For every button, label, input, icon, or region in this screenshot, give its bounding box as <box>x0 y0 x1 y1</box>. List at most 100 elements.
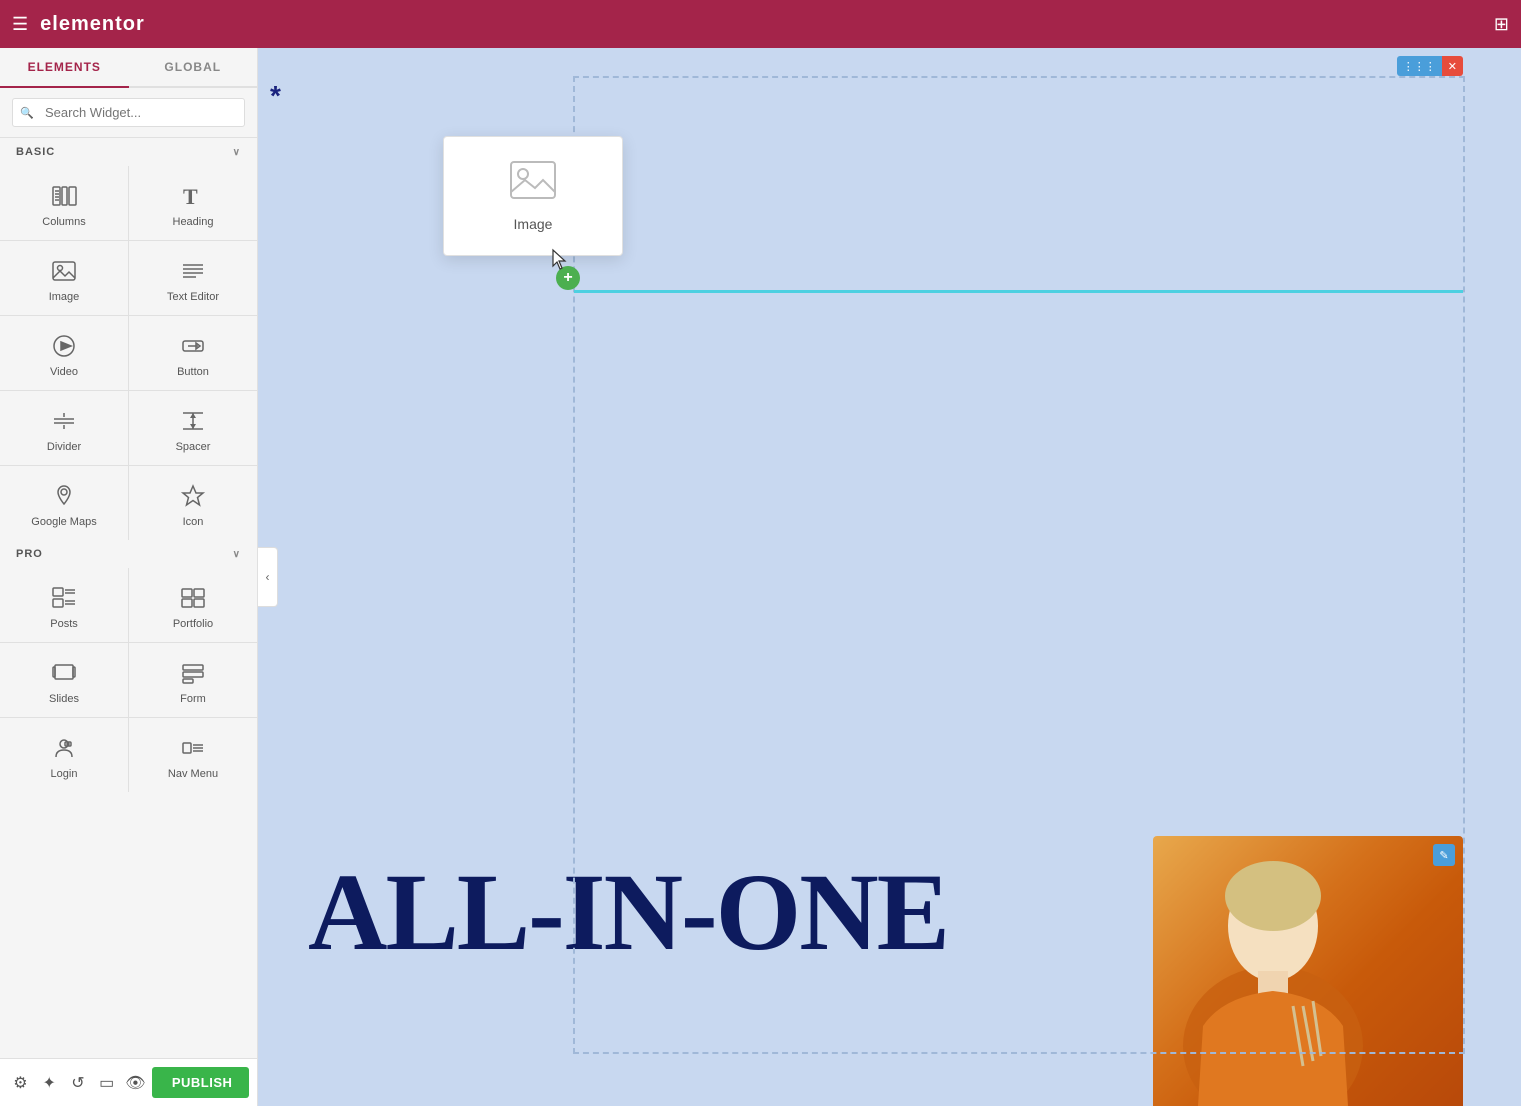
widget-label-icon: Icon <box>183 516 204 528</box>
drop-plus-indicator: + <box>556 266 580 290</box>
widget-label-portfolio: Portfolio <box>173 618 213 630</box>
asterisk-decoration: * <box>270 80 281 112</box>
widget-label-form: Form <box>180 693 206 705</box>
google-maps-icon <box>50 482 78 510</box>
widget-icon[interactable]: Icon <box>129 466 257 540</box>
divider-icon <box>50 407 78 435</box>
image-card-svg <box>509 160 557 200</box>
widget-portfolio[interactable]: Portfolio <box>129 568 257 642</box>
widget-form[interactable]: Form <box>129 643 257 717</box>
section-label-basic: BASIC <box>16 146 55 158</box>
preview-button[interactable]: 👁 <box>123 1066 148 1100</box>
widget-label-posts: Posts <box>50 618 78 630</box>
columns-icon <box>50 182 78 210</box>
widget-video[interactable]: Video <box>0 316 128 390</box>
widget-text-editor[interactable]: Text Editor <box>129 241 257 315</box>
nav-menu-svg <box>180 735 206 761</box>
widget-label-text-editor: Text Editor <box>167 291 219 303</box>
posts-icon <box>50 584 78 612</box>
columns-svg <box>51 183 77 209</box>
section-close-button[interactable]: ✕ <box>1442 56 1463 76</box>
widget-label-login: Login <box>51 768 78 780</box>
widget-nav-menu[interactable]: Nav Menu <box>129 718 257 792</box>
image-icon <box>50 257 78 285</box>
widget-google-maps[interactable]: Google Maps <box>0 466 128 540</box>
slides-svg <box>51 660 77 686</box>
style-button[interactable]: ✦ <box>37 1066 62 1100</box>
search-input[interactable] <box>12 98 245 127</box>
image-svg <box>51 258 77 284</box>
responsive-button[interactable]: ▭ <box>94 1066 119 1100</box>
form-icon <box>179 659 207 687</box>
google-maps-svg <box>51 483 77 509</box>
video-svg <box>51 333 77 359</box>
hamburger-icon[interactable]: ☰ <box>12 14 28 35</box>
widget-label-slides: Slides <box>49 693 79 705</box>
nav-menu-icon <box>179 734 207 762</box>
button-icon <box>179 332 207 360</box>
widget-posts[interactable]: Posts <box>0 568 128 642</box>
settings-button[interactable]: ⚙ <box>8 1066 33 1100</box>
widget-slides[interactable]: Slides <box>0 643 128 717</box>
section-label-pro: PRO <box>16 548 43 560</box>
sidebar: ELEMENTS GLOBAL BASIC ∨ <box>0 48 258 1106</box>
selected-section <box>573 76 1465 1054</box>
section-move-button[interactable]: ⋮⋮⋮ <box>1397 56 1442 76</box>
widget-label-button: Button <box>177 366 209 378</box>
section-controls: ⋮⋮⋮ ✕ <box>1397 56 1463 76</box>
svg-text:T: T <box>183 184 198 209</box>
spacer-icon <box>179 407 207 435</box>
grid-icon[interactable]: ⊞ <box>1494 14 1509 35</box>
chevron-down-pro-icon: ∨ <box>233 549 241 560</box>
widget-image[interactable]: Image <box>0 241 128 315</box>
history-button[interactable]: ↺ <box>66 1066 91 1100</box>
image-drag-card: Image <box>443 136 623 256</box>
widget-label-heading: Heading <box>173 216 214 228</box>
posts-svg <box>51 585 77 611</box>
widget-label-spacer: Spacer <box>176 441 211 453</box>
icon-widget-icon <box>179 482 207 510</box>
login-icon <box>50 734 78 762</box>
widget-columns[interactable]: Columns <box>0 166 128 240</box>
tab-global[interactable]: GLOBAL <box>129 48 258 86</box>
widget-spacer[interactable]: Spacer <box>129 391 257 465</box>
top-bar: ☰ elementor ⊞ <box>0 0 1521 48</box>
chevron-down-icon: ∨ <box>233 147 241 158</box>
tab-elements[interactable]: ELEMENTS <box>0 48 129 88</box>
button-svg <box>180 333 206 359</box>
widget-heading[interactable]: T Heading <box>129 166 257 240</box>
slides-icon <box>50 659 78 687</box>
heading-icon: T <box>179 182 207 210</box>
collapse-handle[interactable]: ‹ <box>258 547 278 607</box>
search-bar <box>0 88 257 138</box>
icon-svg <box>180 483 206 509</box>
text-editor-icon <box>179 257 207 285</box>
sidebar-scrollable: BASIC ∨ <box>0 138 257 1058</box>
section-header-basic[interactable]: BASIC ∨ <box>0 138 257 166</box>
pro-widgets-grid: Posts Portfolio <box>0 568 257 792</box>
widget-divider[interactable]: Divider <box>0 391 128 465</box>
widget-label-divider: Divider <box>47 441 81 453</box>
elementor-logo: elementor <box>40 13 145 36</box>
divider-svg <box>51 408 77 434</box>
form-svg <box>180 660 206 686</box>
video-icon <box>50 332 78 360</box>
widget-label-nav-menu: Nav Menu <box>168 768 218 780</box>
spacer-svg <box>180 408 206 434</box>
section-header-pro[interactable]: PRO ∨ <box>0 540 257 568</box>
basic-widgets-grid: Columns T Heading <box>0 166 257 540</box>
widget-label-google-maps: Google Maps <box>31 516 96 528</box>
portfolio-icon <box>179 584 207 612</box>
sidebar-tabs: ELEMENTS GLOBAL <box>0 48 257 88</box>
widget-button[interactable]: Button <box>129 316 257 390</box>
widget-label-video: Video <box>50 366 78 378</box>
widget-label-image: Image <box>49 291 80 303</box>
heading-svg: T <box>180 183 206 209</box>
drop-zone-line <box>574 290 1463 293</box>
widget-login[interactable]: Login <box>0 718 128 792</box>
main-layout: ELEMENTS GLOBAL BASIC ∨ <box>0 48 1521 1106</box>
publish-btn-group: PUBLISH ▲ <box>152 1067 249 1098</box>
publish-button[interactable]: PUBLISH <box>152 1067 249 1098</box>
image-drag-icon <box>509 160 557 208</box>
portfolio-svg <box>180 585 206 611</box>
